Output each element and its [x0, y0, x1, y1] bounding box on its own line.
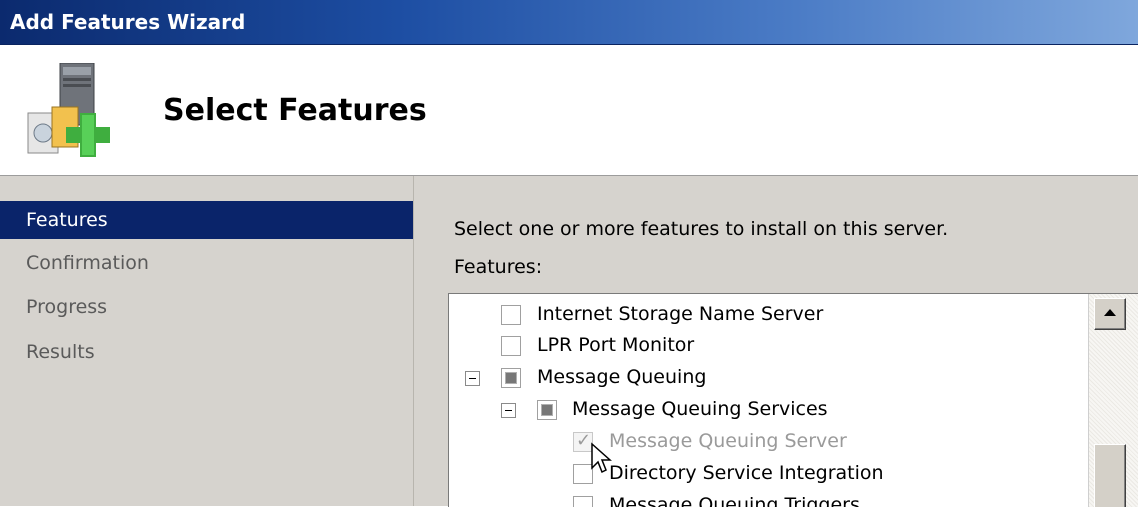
feature-checkbox[interactable]	[501, 336, 521, 356]
main-content: Select one or more features to install o…	[414, 176, 1138, 507]
wizard-sidebar: Features Confirmation Progress Results	[0, 176, 414, 506]
tree-item[interactable]: Message Queuing	[449, 361, 1049, 393]
tree-item-label: Message Queuing Services	[572, 398, 828, 420]
tree-item-label: Directory Service Integration	[609, 462, 884, 484]
tree-item[interactable]: Message Queuing Services	[449, 393, 1049, 425]
checkmark-icon: ✓	[576, 430, 592, 451]
features-tree[interactable]: Internet Storage Name Server LPR Port Mo…	[448, 293, 1138, 507]
tree-item[interactable]: Message Queuing Triggers	[449, 489, 1049, 507]
tree-item-label: LPR Port Monitor	[537, 334, 695, 356]
feature-checkbox[interactable]	[537, 400, 557, 420]
tree-item-label: Internet Storage Name Server	[537, 303, 824, 325]
features-label: Features:	[454, 256, 543, 278]
tree-item-label: Message Queuing Server	[609, 430, 847, 452]
feature-checkbox[interactable]	[573, 496, 593, 507]
sidebar-item-results[interactable]: Results	[0, 333, 413, 371]
sidebar-item-confirmation[interactable]: Confirmation	[0, 244, 413, 282]
tree-item-label: Message Queuing	[537, 366, 707, 388]
feature-checkbox[interactable]	[501, 305, 521, 325]
collapse-icon[interactable]	[501, 403, 516, 418]
tree-item[interactable]: ✓ Message Queuing Server	[449, 425, 1049, 457]
wizard-header: Select Features	[0, 45, 1138, 176]
window-title: Add Features Wizard	[10, 10, 246, 34]
sidebar-item-progress[interactable]: Progress	[0, 288, 413, 326]
sidebar-item-features[interactable]: Features	[0, 201, 413, 239]
vertical-scrollbar[interactable]	[1088, 294, 1138, 507]
scroll-thumb[interactable]	[1094, 444, 1126, 507]
tree-item[interactable]: Directory Service Integration	[449, 457, 1049, 489]
collapse-icon[interactable]	[465, 371, 480, 386]
tree-item[interactable]: LPR Port Monitor	[449, 329, 1049, 361]
intro-text: Select one or more features to install o…	[454, 218, 949, 240]
page-title: Select Features	[163, 93, 427, 128]
server-add-feature-icon	[27, 63, 110, 157]
tree-item[interactable]: Internet Storage Name Server	[449, 298, 1049, 330]
feature-checkbox[interactable]	[501, 368, 521, 388]
scroll-up-button[interactable]	[1094, 298, 1126, 330]
mouse-cursor-icon	[591, 442, 612, 474]
title-bar: Add Features Wizard	[0, 0, 1138, 45]
tree-item-label: Message Queuing Triggers	[609, 494, 860, 507]
